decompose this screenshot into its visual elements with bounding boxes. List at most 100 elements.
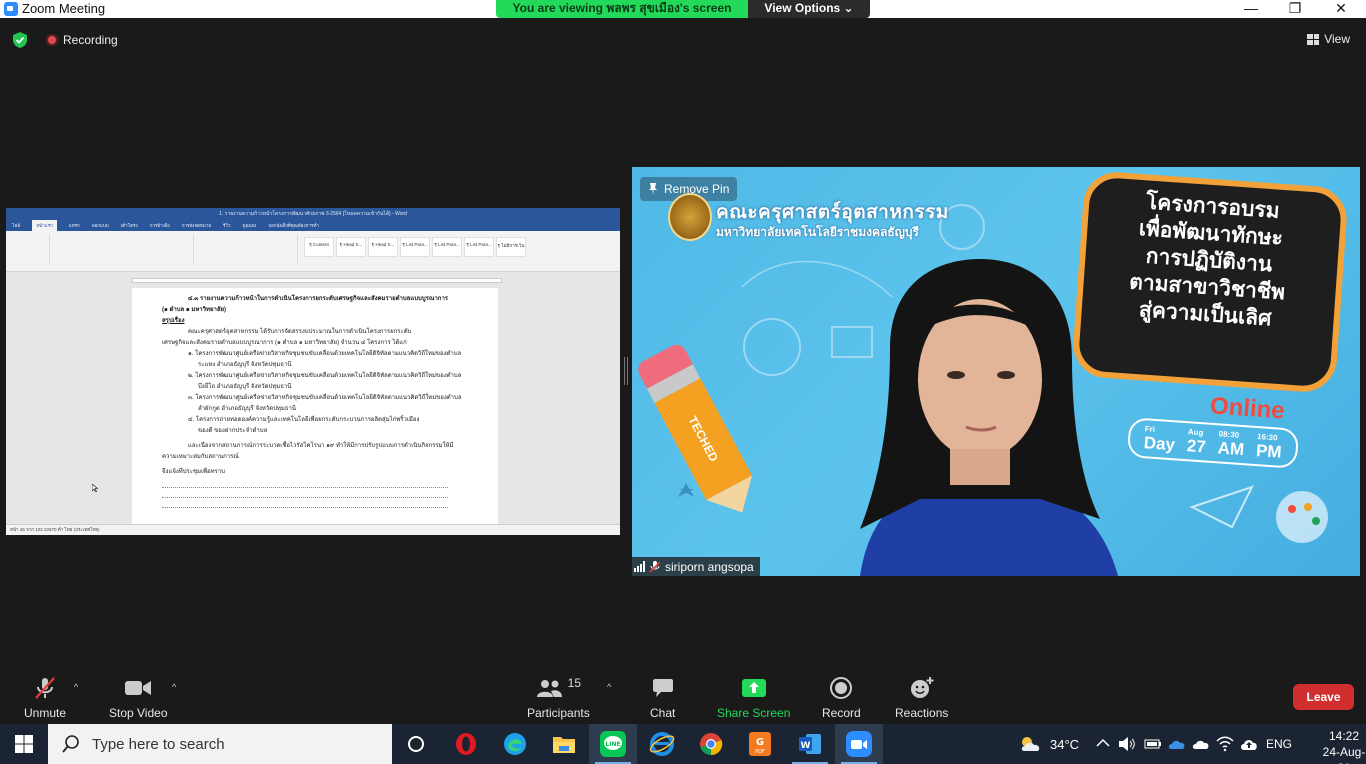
start-ampm: AM [1217,437,1245,459]
view-label: View [1324,32,1350,46]
cloud-upload-icon[interactable] [1240,736,1258,752]
word-ruler [132,278,502,283]
record-label: Record [822,706,861,720]
encryption-shield-icon[interactable] [12,31,28,49]
record-button[interactable]: Record [822,676,861,720]
mouse-cursor-icon [92,484,98,492]
doc-list-item: ๔. โครงการถ่ายทอดองค์ความรู้และเทคโนโลยี… [188,417,420,423]
style-item: ¶ Content [304,237,334,257]
volume-icon[interactable] [1118,736,1136,752]
viewing-screen-label: You are viewing พลพร สุขเมือง's screen [496,0,748,18]
taskbar-opera[interactable] [442,724,490,764]
doc-dotted-line [162,488,448,498]
viewing-banner: You are viewing พลพร สุขเมือง's screen V… [496,0,870,18]
participant-person [860,259,1118,576]
style-item: ¶ List Para... [400,237,430,257]
zoom-icon [846,731,872,757]
recording-dot-icon [46,34,58,46]
taskbar-chrome[interactable] [687,724,735,764]
onedrive-cloud-icon[interactable] [1192,738,1210,750]
pin-icon [649,183,657,195]
recording-indicator[interactable]: Recording [46,33,118,47]
wifi-icon[interactable] [1216,736,1234,752]
weather-cloud-icon[interactable] [1020,736,1042,752]
windows-taskbar: Type here to search LINE G PDF W 34°C EN… [0,724,1366,764]
style-item: ¶ ไม่มีการเว้น [496,237,526,257]
grid-view-icon [1307,33,1320,45]
video-options-caret-icon[interactable]: ^ [172,682,176,692]
window-title: Zoom Meeting [22,1,106,16]
style-item: ¶ List Para... [464,237,494,257]
font-group [76,235,194,263]
view-options-button[interactable]: View Options ⌄ [748,0,870,18]
leave-button[interactable]: Leave [1293,684,1354,710]
word-ribbon-tabs: ไฟล์ หน้าแรก แทรก ออกแบบ เค้าโครง การอ้า… [6,220,620,231]
university-name: มหาวิทยาลัยเทคโนโลยีราชมงคลธัญบุรี [716,225,919,239]
chat-label: Chat [650,706,676,720]
unmute-button[interactable]: Unmute [24,676,66,720]
input-language[interactable]: ENG [1266,737,1292,751]
clock-date: 24-Aug-21 [1322,745,1366,764]
svg-text:G: G [756,737,764,748]
word-tab: เค้าโครง [120,223,138,228]
windows-start-button[interactable] [0,724,48,764]
word-icon: W [799,734,821,754]
weather-temperature[interactable]: 34°C [1050,737,1079,752]
svg-text:LINE: LINE [605,741,620,748]
share-screen-button[interactable]: Share Screen [717,676,790,720]
windows-logo-icon [15,735,33,753]
view-button[interactable]: View [1307,32,1350,46]
doc-line: ของดี ของฝากประจำตำบล [198,428,268,434]
restore-button[interactable]: ❐ [1272,0,1318,18]
date-number: 27 [1186,435,1207,456]
word-tab: ไฟล์ [12,223,21,228]
doc-dotted-line [162,498,448,508]
taskbar-edge[interactable] [491,724,539,764]
end-ampm: PM [1255,440,1283,462]
splitter-handle[interactable] [624,357,628,385]
taskbar-file-explorer[interactable] [540,724,588,764]
participants-icon [536,680,562,697]
doc-line: ระแหง อำเภอธัญบุรี จังหวัดปทุมธานี [198,362,292,368]
word-status-bar: หน้า 46 จาก 102 22670 คำ ไทย (ประเทศไทย) [6,524,620,535]
stop-video-button[interactable]: Stop Video [109,676,168,720]
taskbar-zoom[interactable] [835,724,883,764]
internet-explorer-icon [649,732,675,756]
paragraph-group [196,235,298,263]
edge-icon [504,733,526,755]
reactions-label: Reactions [895,706,949,720]
taskbar-internet-explorer[interactable] [638,724,686,764]
doc-line: (๑ ตำบล ๑ มหาวิทยาลัย) [162,307,227,313]
clock-time: 14:22 [1328,729,1360,743]
search-icon [62,735,79,753]
doc-list-item: ๓. โครงการพัฒนาศูนย์เครือข่ายวิสาหกิจชุม… [188,395,462,401]
word-tab: การส่งจดหมาย [181,223,212,228]
task-view-button[interactable] [392,724,440,764]
battery-icon[interactable] [1144,738,1162,750]
taskbar-search-box[interactable]: Type here to search [48,724,392,764]
participant-video-tile[interactable]: Remove Pin คณะครุศาสตร์อุตสาหกรรม มหาวิท… [632,167,1360,576]
system-clock[interactable]: 14:22 24-Aug-21 [1322,728,1366,764]
taskbar-line[interactable]: LINE [589,724,637,764]
participants-count: 15 [567,676,582,690]
recording-label: Recording [63,33,118,47]
participants-options-caret-icon[interactable]: ^ [607,682,611,692]
chat-button[interactable]: Chat [650,676,675,720]
word-ribbon: ¶ Content ¶ Head S... ¶ Head S... ¶ List… [6,231,620,272]
audio-options-caret-icon[interactable]: ^ [74,682,78,692]
minimize-button[interactable]: — [1228,0,1274,18]
onedrive-blue-icon[interactable] [1168,738,1186,750]
tray-chevron-up-icon[interactable] [1096,738,1110,748]
taskbar-word[interactable]: W [786,724,834,764]
task-view-icon [408,736,424,752]
line-app-icon: LINE [600,731,626,757]
chrome-icon [700,733,723,756]
shared-screen[interactable]: 1. รายงานความก้าวหน้าโครงการพัฒนาศักยภาพ… [6,208,620,535]
participants-button[interactable]: 15 Participants [527,676,590,720]
word-tab: บอกฉันสิ่งที่คุณต้องการทำ [268,223,319,228]
close-button[interactable]: ✕ [1318,0,1364,18]
svg-text:W: W [801,741,811,751]
taskbar-pdf-app[interactable]: G PDF [736,724,784,764]
reactions-button[interactable]: Reactions [895,676,948,720]
doc-line: ลำผักกูด อำเภอธัญบุรี จังหวัดปทุมธานี [198,406,296,412]
